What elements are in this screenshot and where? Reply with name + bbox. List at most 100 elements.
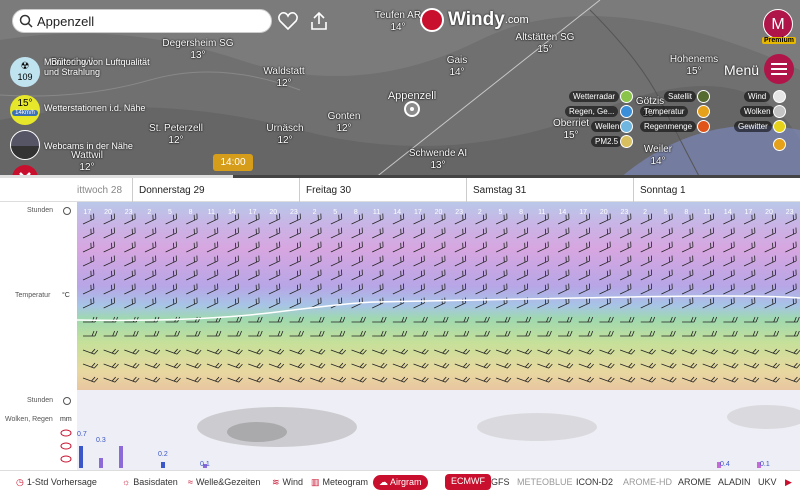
hour-tick-label: 14	[228, 209, 236, 216]
air-quality-button[interactable]: ☢ 109	[10, 57, 40, 87]
precip-value-label: 0.3	[96, 437, 106, 444]
share-icon[interactable]	[308, 10, 330, 32]
hour-tick-label: 20	[765, 209, 773, 216]
map[interactable]: Teufen AR 14° Degersheim SG 13° Altstätten…	[0, 0, 800, 178]
day-label[interactable]: Freitag 30	[306, 185, 351, 196]
hour-tick-label: 14	[393, 209, 401, 216]
precip-bar	[119, 446, 123, 468]
more-models-icon[interactable]: ▶	[785, 477, 792, 488]
place-label[interactable]: Altstätten SG 15°	[516, 32, 575, 56]
model-ukv[interactable]: UKV	[758, 477, 777, 487]
place-label[interactable]: Oberriet 15°	[553, 118, 589, 142]
place-label[interactable]: Urnäsch 12°	[266, 123, 303, 147]
windy-logo[interactable]: Windy .com	[420, 8, 529, 32]
day-label[interactable]: ittwoch 28	[77, 185, 122, 196]
hour-tick-label: 2	[313, 209, 317, 216]
precip-value-label: 0.4	[720, 461, 730, 468]
precip-bar	[99, 458, 103, 468]
day-label[interactable]: Sonntag 1	[640, 185, 686, 196]
avatar[interactable]: M	[763, 9, 793, 39]
airgram[interactable]: Stunden Temperatur °C Stunden Wolken, Re…	[0, 202, 800, 470]
model-icon-d2[interactable]: ICON-D2	[576, 477, 613, 487]
time-indicator[interactable]: 14:00	[213, 154, 253, 171]
air-quality-label[interactable]: Monitoring von Luftqualität und Strahlun…	[44, 57, 154, 77]
layer-precip[interactable]: Regenmenge	[640, 121, 697, 132]
model-ecmwf[interactable]: ECMWF	[445, 474, 491, 490]
layer-temperature[interactable]: Temperatur	[640, 106, 689, 117]
hour-tick-label: 23	[786, 209, 794, 216]
wave-icon: ≈	[188, 477, 193, 487]
place-label[interactable]: St. Peterzell 12°	[149, 123, 203, 147]
place-label[interactable]: Waldstatt 12°	[263, 66, 304, 90]
place-label[interactable]: Schwende AI 13°	[409, 148, 467, 172]
day-separator	[466, 178, 467, 202]
model-arome-hd[interactable]: AROME-HD	[623, 477, 672, 487]
tab-waves[interactable]: ≈ Welle&Gezeiten	[188, 477, 260, 487]
model-gfs[interactable]: GFS	[491, 477, 510, 487]
place-label[interactable]: Teufen AR 14°	[375, 10, 421, 34]
radar-icon[interactable]	[620, 90, 633, 103]
day-label[interactable]: Donnerstag 29	[139, 185, 205, 196]
model-aladin[interactable]: ALADIN	[718, 477, 751, 487]
cloud-area	[77, 390, 800, 470]
hour-tick-label: 17	[744, 209, 752, 216]
place-label[interactable]: Gonten 12°	[328, 111, 361, 135]
menu-label[interactable]: Menü	[724, 62, 759, 78]
hours-label-bottom: Stunden	[27, 397, 54, 404]
place-label[interactable]: Degersheim SG 13°	[162, 38, 233, 62]
clouds-icon[interactable]	[773, 105, 786, 118]
airgram-chart[interactable]: 17 20 23 2 5 8 11 14 17 20 23 2 5 8 11 14 17 20 23 2 5 8 11 14 1…	[77, 202, 800, 470]
webcam-button[interactable]	[10, 130, 40, 160]
tab-basic[interactable]: ☼ Basisdaten	[122, 477, 178, 487]
day-label[interactable]: Samstag 31	[473, 185, 526, 196]
temperature-icon[interactable]	[697, 105, 710, 118]
layer-pm25[interactable]: PM2.5	[591, 136, 623, 147]
search-input[interactable]	[37, 13, 257, 29]
wind-icon: ≋	[272, 477, 280, 487]
model-meteoblue[interactable]: METEOBLUE	[517, 477, 573, 487]
model-arome[interactable]: AROME	[678, 477, 711, 487]
webcams-label[interactable]: Webcams in der Nähe	[44, 141, 133, 151]
menu-button[interactable]	[764, 54, 794, 84]
location-marker-icon[interactable]	[404, 101, 420, 117]
stations-button[interactable]: 15° 14km/h	[10, 95, 40, 125]
precip-value-label: 0.1	[200, 461, 210, 468]
hour-tick-label: 20	[269, 209, 277, 216]
layer-rain[interactable]: Regen, Ge...	[565, 106, 619, 117]
rain-icon[interactable]	[620, 105, 633, 118]
layer-waves[interactable]: Wellen	[591, 121, 624, 132]
airport-icon[interactable]	[773, 138, 786, 151]
hour-tick-label: 2	[147, 209, 151, 216]
tab-airgram[interactable]: ☁ Airgram	[373, 475, 428, 490]
place-label[interactable]: Gais 14°	[447, 55, 468, 79]
hour-tick-label: 17	[579, 209, 587, 216]
hour-tick-label: 11	[703, 209, 710, 216]
cloud-blob	[477, 413, 597, 441]
hour-tick-label: 20	[435, 209, 443, 216]
precip-icon[interactable]	[697, 120, 710, 133]
layer-radar[interactable]: Wetterradar	[569, 91, 620, 102]
tab-1h-forecast[interactable]: ◷ 1-Std Vorhersage	[16, 477, 97, 488]
hour-tick-label: 23	[125, 209, 133, 216]
thunder-icon[interactable]	[773, 120, 786, 133]
search-bar[interactable]	[12, 9, 272, 33]
layer-satellite[interactable]: Satellit	[664, 91, 697, 102]
layer-wind[interactable]: Wind	[744, 91, 771, 102]
place-label[interactable]: Hohenems 15°	[670, 54, 718, 78]
heart-icon[interactable]	[277, 10, 299, 32]
rain-icons	[60, 429, 72, 463]
satellite-icon[interactable]	[697, 90, 710, 103]
hour-tick-label: 2	[478, 209, 482, 216]
tab-wind[interactable]: ≋ Wind	[272, 477, 303, 488]
temperature-label: Temperatur	[15, 292, 51, 299]
waves-icon[interactable]	[620, 120, 633, 133]
pm25-icon[interactable]	[620, 135, 633, 148]
tab-meteogram[interactable]: ▥ Meteogram	[311, 477, 368, 488]
stations-label[interactable]: Wetterstationen i.d. Nähe	[44, 103, 145, 113]
place-label[interactable]: Weiler 14°	[644, 144, 672, 168]
wind-icon[interactable]	[773, 90, 786, 103]
hour-tick-label: 5	[499, 209, 503, 216]
place-label[interactable]: Wattwil 12°	[71, 150, 103, 174]
layer-thunder[interactable]: Gewitter	[734, 121, 772, 132]
layer-clouds[interactable]: Wolken	[740, 106, 775, 117]
